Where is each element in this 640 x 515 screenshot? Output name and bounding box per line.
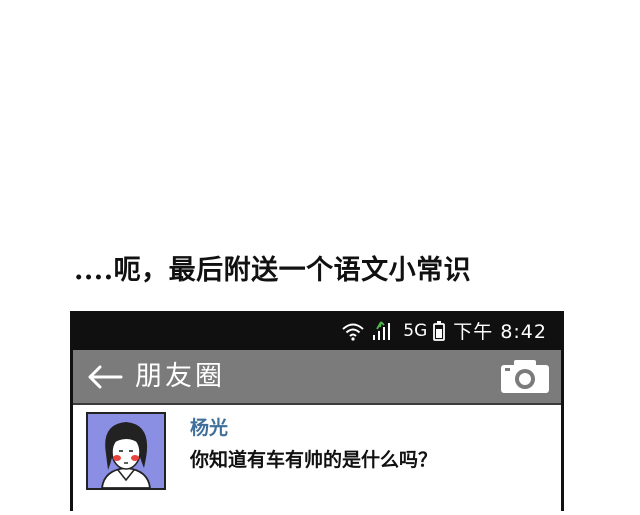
comic-caption: ....呃，最后附送一个语文小常识 [74,255,472,286]
phone-screen: 5G 下午 8:42 朋友圈 杨光 你知道有车有帅的是什么吗？ [70,311,564,515]
status-bar: 5G 下午 8:42 [73,311,561,350]
wifi-icon [342,323,364,341]
network-type-label: 5G [403,320,428,341]
app-bar: 朋友圈 [73,350,561,405]
post-author-name[interactable]: 杨光 [190,413,228,440]
status-clock: 下午 8:42 [453,321,547,343]
signal-strength-icon [373,320,391,340]
post-text: 你知道有车有帅的是什么吗？ [190,449,438,471]
avatar-portrait-icon [101,422,151,488]
avatar[interactable] [86,412,166,490]
page-title: 朋友圈 [135,361,225,392]
camera-icon[interactable] [499,359,551,395]
battery-icon [433,320,446,341]
moments-post: 杨光 你知道有车有帅的是什么吗？ [73,405,561,515]
arrow-left-icon[interactable] [87,364,123,390]
status-icons: 5G 下午 8:42 [341,311,547,350]
